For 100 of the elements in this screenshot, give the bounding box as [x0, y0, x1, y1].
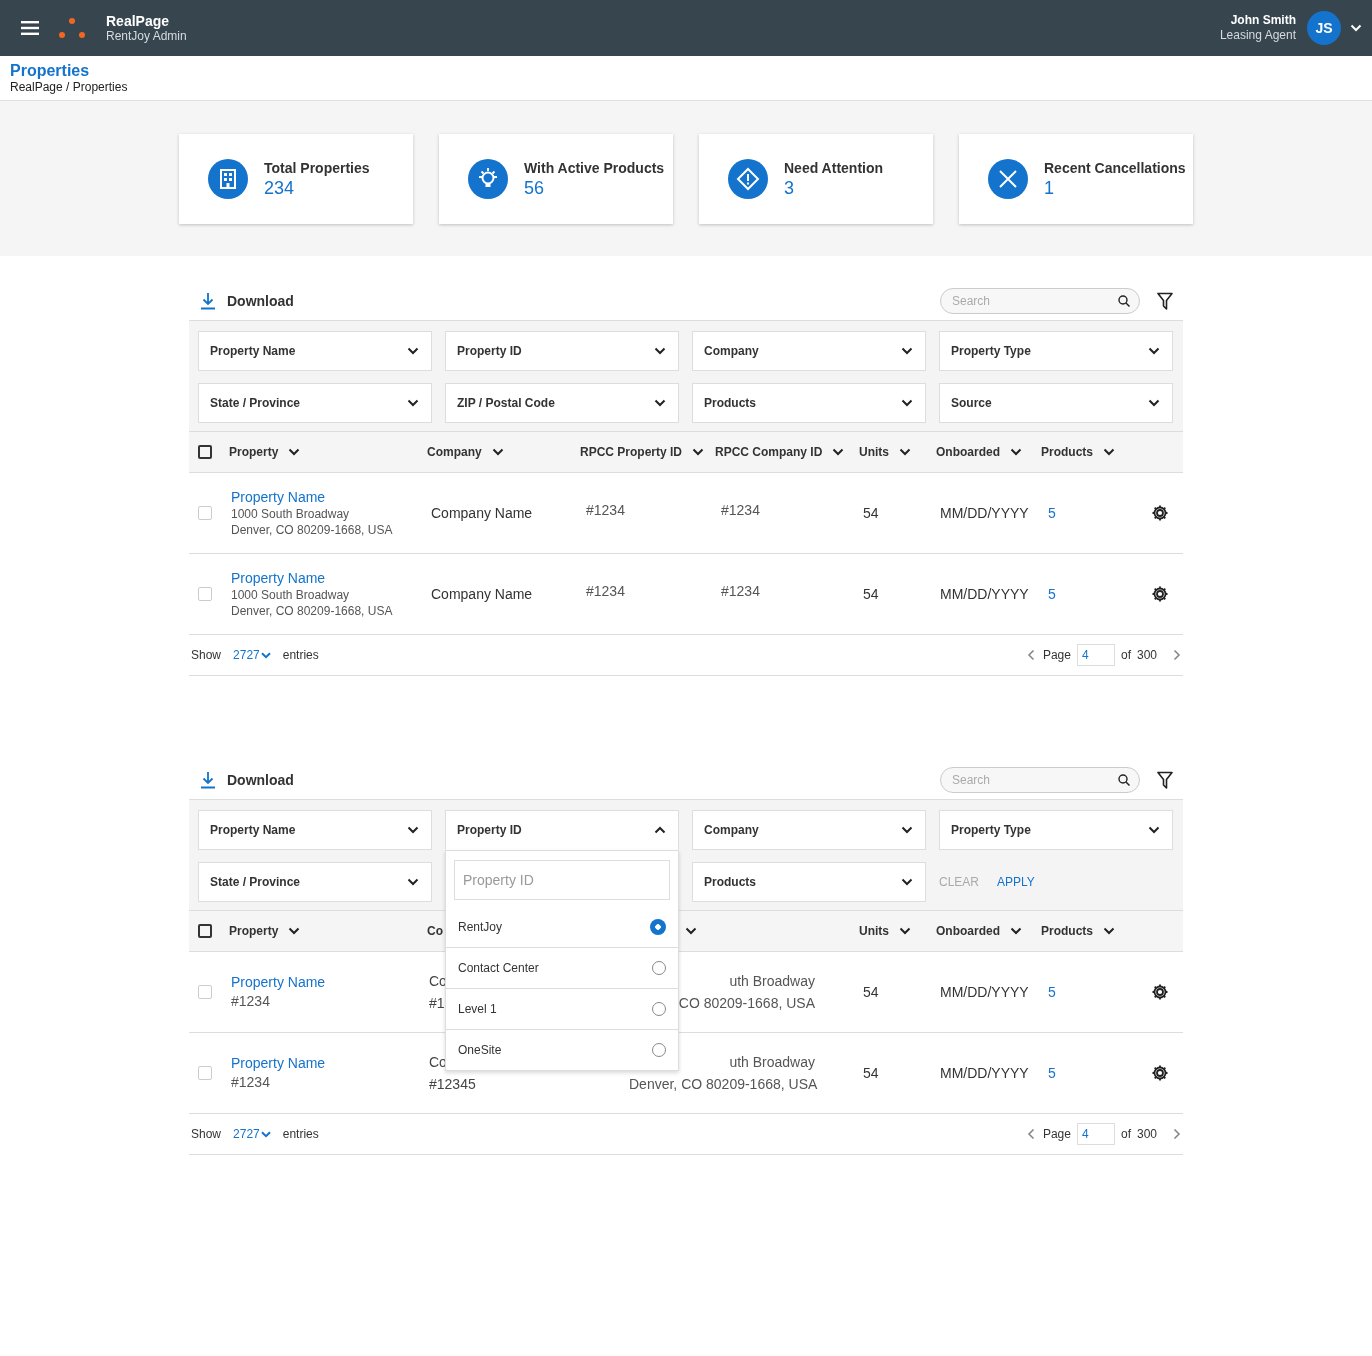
filter-select[interactable]: Property ID	[445, 331, 679, 371]
column-header[interactable]: Products	[1041, 924, 1115, 938]
stat-value: 3	[784, 177, 795, 199]
column-header[interactable]: RPCC Property ID	[580, 445, 705, 459]
table-cell-text: 54	[863, 983, 879, 1002]
table-cell: Denver, CO 80209-1668, USA	[231, 603, 393, 619]
column-header[interactable]: Units	[859, 445, 911, 459]
filter-select[interactable]: Products	[692, 383, 926, 423]
footer-label: Page	[1042, 648, 1071, 662]
column-header[interactable]: RPCC Company ID	[715, 445, 845, 459]
filter-select[interactable]: Company	[692, 331, 926, 371]
footer-label: entries	[282, 648, 319, 662]
chevron-right-icon[interactable]	[1173, 649, 1181, 661]
chevron-icon	[288, 448, 301, 456]
chevron-icon	[1148, 347, 1160, 355]
building-icon	[208, 159, 248, 199]
chevron-icon	[1103, 927, 1115, 935]
filter-select[interactable]: State / Province	[198, 383, 432, 423]
column-header[interactable]: Products	[1041, 445, 1115, 459]
table-cell-text: MM/DD/YYYY	[940, 504, 1029, 523]
search-field[interactable]: Search	[940, 288, 1140, 314]
user-avatar[interactable]: JS	[1307, 11, 1341, 45]
table-cell-text: #1234	[231, 992, 270, 1011]
checkbox[interactable]	[198, 445, 212, 459]
filter-select[interactable]: Property Name	[198, 331, 432, 371]
download-icon	[200, 292, 216, 310]
column-header[interactable]: Co	[427, 924, 443, 938]
user-name: John Smith	[1229, 13, 1296, 28]
column-header[interactable]: Units	[859, 924, 911, 938]
page-size-select[interactable]: 2727	[233, 648, 271, 662]
filter-select[interactable]: Company	[692, 810, 926, 850]
filter-select[interactable]: Property Type	[939, 331, 1173, 371]
chevron-icon	[692, 448, 705, 456]
chevron-icon	[1010, 448, 1022, 456]
chevron-icon	[491, 448, 504, 456]
gear-icon[interactable]	[1151, 1064, 1169, 1082]
table-cell-text: MM/DD/YYYY	[940, 1064, 1029, 1083]
checkbox[interactable]	[198, 924, 212, 938]
dropdown-option[interactable]: Contact Center	[446, 947, 678, 988]
column-header[interactable]: Company	[427, 445, 504, 459]
table-cell-text: 54	[863, 504, 879, 523]
radio-button[interactable]	[650, 919, 666, 935]
chevron-icon	[899, 927, 911, 935]
filter-icon[interactable]	[1157, 292, 1173, 310]
page-total: 300	[1136, 1127, 1157, 1141]
action-link[interactable]: APPLY	[997, 875, 1035, 889]
table-cell-text: #1234	[586, 582, 625, 601]
footer-label: of	[1120, 1127, 1131, 1141]
filter-select[interactable]: Property Name	[198, 810, 432, 850]
text-field[interactable]: Property ID	[454, 860, 670, 900]
column-header[interactable]: Onboarded	[936, 445, 1022, 459]
search-icon	[1118, 295, 1130, 307]
warning-icon	[728, 159, 768, 199]
filter-select[interactable]: Products	[692, 862, 926, 902]
lightbulb-icon	[468, 159, 508, 199]
property-link[interactable]: Property Name	[231, 569, 326, 587]
chevron-right-icon[interactable]	[1173, 1128, 1181, 1140]
filter-select[interactable]: Property Type	[939, 810, 1173, 850]
filter-select[interactable]: ZIP / Postal Code	[445, 383, 679, 423]
logo-icon	[59, 18, 85, 38]
chevron-icon[interactable]	[1350, 24, 1362, 32]
property-link[interactable]: Property Name	[231, 1054, 326, 1072]
download-button[interactable]: Download	[200, 292, 294, 310]
property-link[interactable]: Property Name	[231, 973, 326, 991]
dropdown-option[interactable]: Level 1	[446, 988, 678, 1029]
products-link[interactable]: 5	[1043, 505, 1056, 521]
page-field[interactable]: 4	[1076, 1123, 1115, 1145]
search-field[interactable]: Search	[940, 767, 1140, 793]
chevron-icon	[901, 399, 913, 407]
products-link[interactable]: 5	[1043, 1065, 1056, 1081]
products-link[interactable]: 5	[1043, 984, 1056, 1000]
table-cell: 1000 South Broadway	[231, 506, 350, 522]
stat-value: 1	[1044, 177, 1055, 199]
chevron-icon	[407, 347, 419, 355]
menu-icon[interactable]	[21, 21, 39, 35]
stat-label: Recent Cancellations	[1044, 159, 1186, 177]
gear-icon[interactable]	[1151, 983, 1169, 1001]
column-header[interactable]: Onboarded	[936, 924, 1022, 938]
download-button[interactable]: Download	[200, 771, 294, 789]
dropdown-option[interactable]: RentJoy	[446, 907, 678, 947]
column-header[interactable]: Property	[229, 445, 301, 459]
gear-icon[interactable]	[1151, 504, 1169, 522]
products-link[interactable]: 5	[1043, 586, 1056, 602]
property-link[interactable]: Property Name	[231, 488, 326, 506]
chevron-left-icon[interactable]	[1026, 1128, 1035, 1140]
table-cell-text: uth Broadway	[729, 972, 815, 991]
footer-label: Show	[191, 1127, 222, 1141]
filter-select[interactable]: Property ID	[445, 810, 679, 850]
brand-name: RealPage	[106, 12, 171, 29]
page-size-select[interactable]: 2727	[233, 1127, 271, 1141]
page-total: 300	[1136, 648, 1157, 662]
column-header[interactable]: Property	[229, 924, 301, 938]
gear-icon[interactable]	[1151, 585, 1169, 603]
filter-select[interactable]: Source	[939, 383, 1173, 423]
filter-icon[interactable]	[1157, 771, 1173, 789]
chevron-left-icon[interactable]	[1026, 649, 1035, 661]
filter-select[interactable]: State / Province	[198, 862, 432, 902]
table-cell-text: MM/DD/YYYY	[940, 585, 1029, 604]
dropdown-option[interactable]: OneSite	[446, 1029, 678, 1070]
page-field[interactable]: 4	[1076, 644, 1115, 666]
